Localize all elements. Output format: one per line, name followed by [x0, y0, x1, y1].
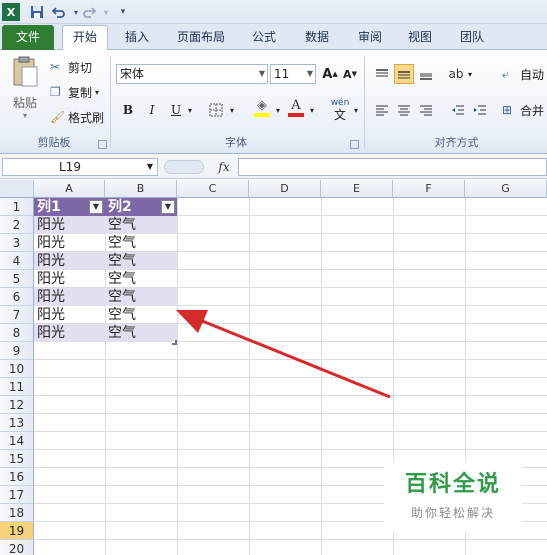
watermark-subtitle: 助你轻松解决: [410, 506, 495, 520]
arrow-shaft: [189, 314, 391, 399]
excel-window: X ▾ ▾ ▾ 文件 开始 插入 页面布局 公式 数据 审阅 视图 团队 粘贴 …: [0, 0, 547, 555]
watermark-logo: 百科全说 助你轻松解决: [384, 462, 522, 532]
watermark-title: 百科全说: [404, 472, 501, 497]
